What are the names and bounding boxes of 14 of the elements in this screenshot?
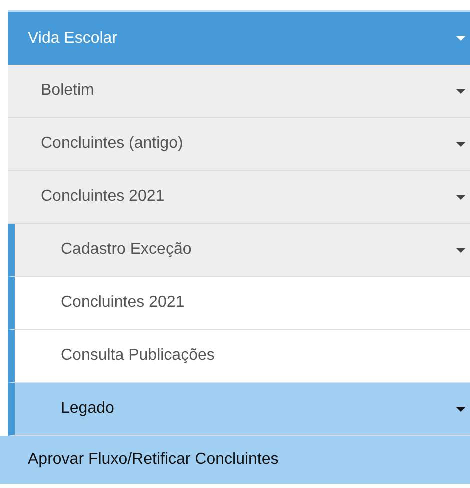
caret-icon [456, 406, 466, 412]
caret-icon [456, 142, 466, 146]
submenu-item[interactable]: Concluintes 2021 [8, 277, 470, 330]
menu-item[interactable]: Aprovar Fluxo/Retificar Concluintes [0, 436, 470, 484]
caret-icon [456, 88, 466, 94]
caret-icon [456, 36, 466, 41]
submenu-item[interactable]: Consulta Publicações [8, 330, 470, 383]
submenu-item[interactable]: Cadastro Exceção [8, 224, 470, 277]
caret-icon [456, 194, 466, 200]
menu-item[interactable]: Concluintes (antigo) [8, 118, 470, 171]
submenu-item[interactable]: Legado [8, 383, 470, 436]
menu-item[interactable]: Concluintes 2021 [8, 171, 470, 224]
caret-icon [456, 248, 466, 252]
menu-item[interactable]: Boletim [8, 65, 470, 118]
